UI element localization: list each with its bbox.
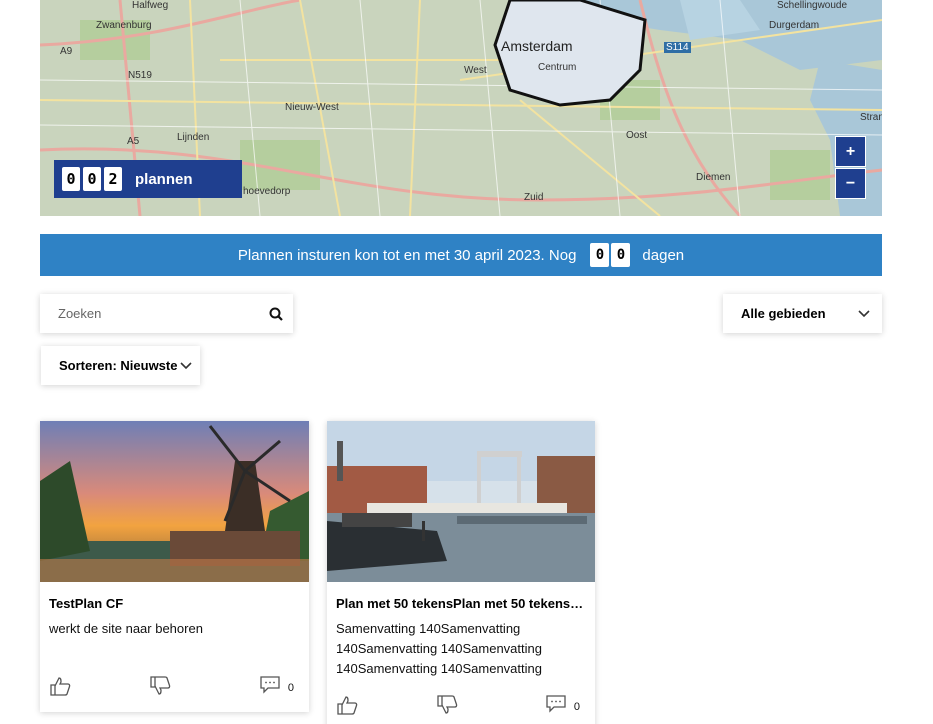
map-label-hoofddorp: hoevedorp: [243, 186, 291, 197]
thumbs-up-icon[interactable]: [336, 695, 358, 715]
map-label-diemen: Diemen: [696, 172, 731, 183]
search-icon[interactable]: [269, 307, 283, 321]
deadline-banner: Plannen insturen kon tot en met 30 april…: [40, 234, 882, 276]
search-input[interactable]: [58, 306, 258, 321]
plan-summary: Samenvatting 140Samenvatting 140Samenvat…: [336, 621, 542, 676]
plan-card[interactable]: Plan met 50 tekensPlan met 50 tekensPlan…: [327, 421, 595, 724]
map-label-centrum: Centrum: [538, 62, 577, 73]
area-filter-value: Alle gebieden: [741, 306, 826, 321]
chevron-down-icon: [180, 358, 192, 373]
map-label-lijnden: Lijnden: [177, 132, 210, 143]
thumbs-up-icon[interactable]: [49, 676, 71, 696]
map-label-durgerdam: Durgerdam: [769, 20, 820, 31]
map-label-strand: Stran: [860, 112, 882, 123]
comment-button[interactable]: 0: [546, 695, 580, 718]
plan-count-label: plannen: [135, 170, 193, 188]
map-label-schellingwoude: Schellingwoude: [777, 0, 848, 11]
plan-actions: 0: [336, 695, 586, 717]
comment-icon: [546, 695, 566, 718]
sort-select[interactable]: Sorteren: Nieuwste: [41, 346, 200, 385]
map-label-n519: N519: [128, 70, 152, 81]
map-label-zwanenburg: Zwanenburg: [96, 20, 152, 31]
area-filter-select[interactable]: Alle gebieden: [723, 294, 882, 333]
plan-count-digit: 2: [104, 167, 122, 191]
comment-count: 0: [287, 681, 294, 694]
map-label-nieuw-west: Nieuw-West: [285, 102, 339, 113]
plan-title[interactable]: TestPlan CF: [49, 596, 300, 611]
thumbs-down-icon[interactable]: [436, 695, 458, 715]
thumbs-down-icon[interactable]: [149, 676, 171, 696]
plan-card[interactable]: TestPlan CF werkt de site naar behoren 0: [40, 421, 309, 712]
plan-counter: 0 0 2 plannen: [54, 160, 242, 198]
map-label-halfweg: Halfweg: [132, 0, 169, 11]
plan-count-digit: 0: [83, 167, 101, 191]
map-label-west: West: [464, 65, 487, 76]
days-label: dagen: [642, 246, 685, 264]
deadline-text: Plannen insturen kon tot en met 30 april…: [237, 246, 577, 264]
plan-image-windmill[interactable]: [40, 421, 309, 582]
days-digit: 0: [611, 243, 631, 267]
map-label-s114: S114: [664, 42, 691, 53]
map-label-zuid: Zuid: [524, 192, 544, 203]
map-label-amsterdam: Amsterdam: [501, 38, 573, 54]
comment-button[interactable]: 0: [260, 676, 294, 699]
comment-icon: [260, 676, 280, 699]
map-label-a5: A5: [127, 136, 140, 147]
plan-count-digit: 0: [62, 167, 80, 191]
zoom-in-button[interactable]: +: [835, 136, 866, 167]
map-label-oost: Oost: [626, 130, 648, 141]
search-box: [40, 294, 293, 333]
plan-actions: 0: [49, 676, 300, 698]
zoom-out-button[interactable]: −: [835, 168, 866, 199]
days-counter: 0 0: [590, 243, 632, 267]
chevron-down-icon: [858, 306, 870, 321]
comment-count: 0: [573, 700, 580, 713]
days-digit: 0: [590, 243, 610, 267]
plan-summary: werkt de site naar behoren: [49, 621, 203, 636]
map-label-a9: A9: [60, 46, 73, 57]
plan-image-bridge[interactable]: [327, 421, 595, 582]
sort-value: Sorteren: Nieuwste: [59, 358, 178, 373]
plan-title[interactable]: Plan met 50 tekensPlan met 50 tekensPlan: [336, 596, 586, 611]
plans-map[interactable]: Halfweg Zwanenburg A9 N519 A5 Lijnden ho…: [40, 0, 882, 216]
